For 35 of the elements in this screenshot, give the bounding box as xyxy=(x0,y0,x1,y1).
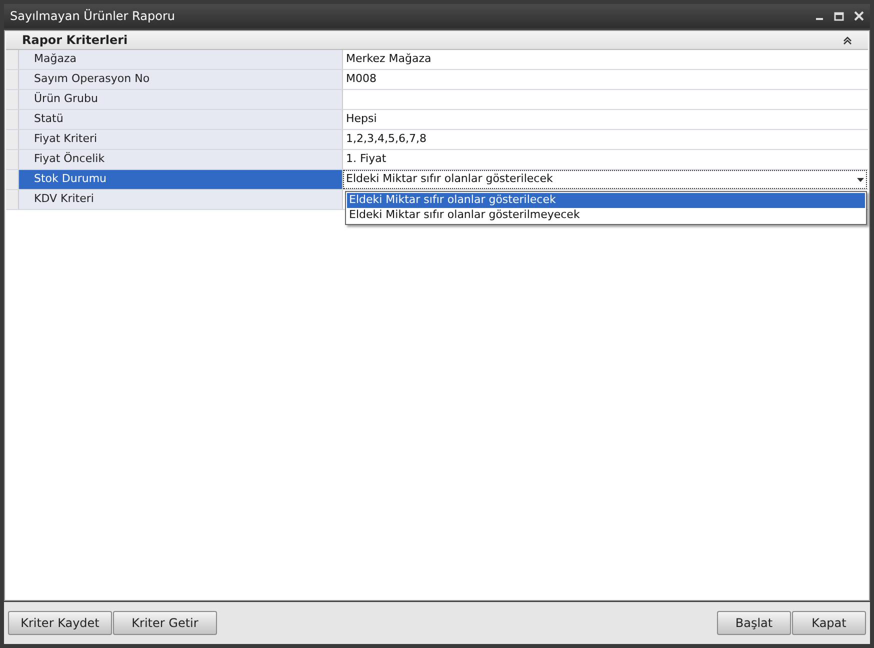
property-label[interactable]: Statü xyxy=(19,110,343,129)
property-label[interactable]: Fiyat Kriteri xyxy=(19,130,343,149)
footer-button[interactable]: Başlat xyxy=(717,611,791,635)
close-icon[interactable] xyxy=(854,11,864,21)
row-indicator xyxy=(6,190,19,209)
property-label[interactable]: Ürün Grubu xyxy=(19,90,343,109)
property-label[interactable]: Fiyat Öncelik xyxy=(19,150,343,169)
maximize-icon[interactable] xyxy=(834,12,844,20)
footer-button[interactable]: Kriter Kaydet xyxy=(8,611,112,635)
property-value[interactable]: 1,2,3,4,5,6,7,8 xyxy=(343,130,868,149)
footer-button[interactable]: Kapat xyxy=(792,611,866,635)
row-indicator xyxy=(6,170,19,189)
property-value[interactable]: M008 xyxy=(343,70,868,89)
property-label[interactable]: Mağaza xyxy=(19,50,343,69)
property-value[interactable]: Hepsi xyxy=(343,110,868,129)
panel-title: Rapor Kriterleri xyxy=(22,32,128,49)
panel-header[interactable]: Rapor Kriterleri xyxy=(6,31,868,50)
window-title: Sayılmayan Ürünler Raporu xyxy=(10,8,175,25)
property-label[interactable]: KDV Kriteri xyxy=(19,190,343,209)
property-value[interactable]: 1. Fiyat xyxy=(343,150,868,169)
property-label[interactable]: Sayım Operasyon No xyxy=(19,70,343,89)
row-indicator xyxy=(6,90,19,109)
dropdown-option[interactable]: Eldeki Miktar sıfır olanlar gösterilmeyecek xyxy=(347,208,865,223)
row-indicator xyxy=(6,150,19,169)
row-indicator xyxy=(6,130,19,149)
collapse-icon[interactable] xyxy=(843,36,852,44)
row-indicator xyxy=(6,110,19,129)
property-label[interactable]: Stok Durumu xyxy=(19,170,343,189)
property-dropdown[interactable]: Eldeki Miktar sıfır olanlar gösterilecek xyxy=(343,170,867,189)
row-indicator xyxy=(6,50,19,69)
row-indicator xyxy=(6,70,19,89)
property-value[interactable]: Merkez Mağaza xyxy=(343,50,868,69)
dropdown-option[interactable]: Eldeki Miktar sıfır olanlar gösterilecek xyxy=(347,193,865,208)
footer-button[interactable]: Kriter Getir xyxy=(113,611,217,635)
caret-icon xyxy=(857,178,864,182)
